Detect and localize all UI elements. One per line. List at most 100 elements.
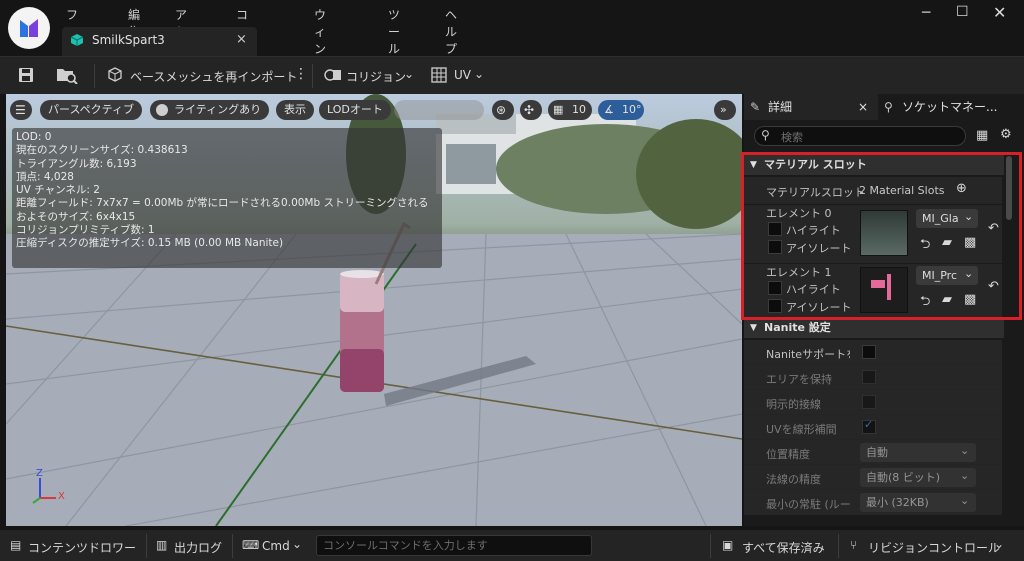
branch-icon: ⑂	[850, 538, 858, 552]
viewport[interactable]: ☰ パースペクティブ ライティングあり 表示 LODオート ⊛ ✣ ▦ 10 ∡…	[6, 94, 742, 526]
camera-button[interactable]: ⊛	[492, 100, 514, 120]
save-status-icon: ▣	[722, 538, 734, 552]
stat-line: 頂点: 4,028	[16, 170, 74, 183]
axis-gizmo-lines	[32, 478, 56, 504]
explicit-tangents-row: 明示的接線	[744, 390, 1002, 415]
reimport-label: ベースメッシュを再インポート	[130, 70, 298, 84]
min-residency-row: 最小の常駐 (ルート 最小 (32KB) ⌄	[744, 490, 1002, 515]
triangle-down-icon: ▼	[750, 323, 757, 333]
uv-grid-icon	[430, 66, 448, 87]
position-precision-row: 位置精度 自動 ⌄	[744, 440, 1002, 465]
stat-line: コリジョンプリミティブ数: 1	[16, 224, 155, 237]
nanite-support-row: Naniteサポートを有	[744, 340, 1002, 365]
stat-line: 距離フィールド: 7x7x7 = 0.00Mb が常にロードされる0.00Mb …	[16, 197, 429, 210]
asset-tab[interactable]: SmilkSpart3 ×	[62, 27, 257, 56]
uv-dropdown[interactable]: UV ⌄	[430, 65, 490, 87]
revision-control-dropdown[interactable]: ⑂ リビジョンコントロール ⌄	[850, 537, 1018, 556]
stats-overlay: LOD: 0 現在のスクリーンサイズ: 0.438613 トライアングル数: 6…	[12, 128, 442, 268]
normal-precision-value: 自動(8 ビット)	[866, 471, 941, 484]
details-search[interactable]: ⚲ 検索	[754, 126, 966, 146]
pencil-icon: ✎	[750, 100, 761, 114]
reimport-icon	[106, 66, 124, 87]
angle-snap-button[interactable]: ∡ 10°	[598, 100, 644, 120]
search-input[interactable]: 検索	[781, 129, 803, 145]
toolbar-separator	[312, 64, 313, 88]
maximize-icon[interactable]: ☐	[956, 4, 969, 20]
grid-icon: ▦	[553, 103, 564, 116]
camera-speed-icon: ⊛	[496, 103, 507, 117]
chevron-down-icon: ⌄	[960, 469, 970, 482]
more-options-icon[interactable]: ⋮	[294, 66, 308, 82]
lod-button[interactable]: LODオート	[319, 100, 391, 120]
save-all-button[interactable]: ▣ すべて保存済み	[722, 538, 832, 556]
snap-button[interactable]: ✣	[520, 100, 542, 120]
stat-line: 圧縮ディスクの推定サイズ: 0.15 MB (0.00 MB Nanite)	[16, 237, 284, 250]
min-residency-select[interactable]: 最小 (32KB) ⌄	[860, 493, 976, 512]
preserve-area-checkbox[interactable]	[862, 370, 876, 384]
reimport-base-mesh-button[interactable]: ベースメッシュを再インポート	[106, 65, 306, 87]
show-button[interactable]: 表示	[276, 100, 314, 120]
cmd-dropdown[interactable]: ⌨ Cmd ⌄	[242, 537, 308, 556]
explicit-tangents-label: 明示的接線	[766, 398, 821, 411]
chevron-down-icon: ⌄	[474, 67, 485, 81]
stat-line: LOD: 0	[16, 131, 52, 143]
explicit-tangents-checkbox[interactable]	[862, 395, 876, 409]
viewport-menu-button[interactable]: ☰	[10, 100, 32, 120]
nanite-section-header[interactable]: ▼ Nanite 設定	[744, 318, 1004, 338]
menu-help[interactable]: ヘルプ	[445, 6, 457, 57]
normal-precision-select[interactable]: 自動(8 ビット) ⌄	[860, 468, 976, 487]
chevron-down-icon: ⌄	[960, 444, 970, 457]
app-logo[interactable]	[8, 7, 50, 49]
output-log-button[interactable]: ▥ 出力ログ	[156, 538, 226, 556]
revision-control-label: リビジョンコントロール	[868, 541, 1001, 555]
stat-line: トライアングル数: 6,193	[16, 157, 137, 170]
collision-dropdown[interactable]: コリジョン ⌄	[324, 65, 416, 87]
close-window-icon[interactable]: ✕	[993, 3, 1006, 22]
chevron-down-icon: ⌄	[292, 537, 303, 551]
tab-title: SmilkSpart3	[92, 33, 165, 47]
minimize-icon[interactable]: ─	[922, 5, 930, 21]
stat-line: 現在のスクリーンサイズ: 0.438613	[16, 144, 188, 157]
content-drawer-label: コンテンツドロワー	[28, 541, 137, 555]
stat-line: UV チャンネル: 2	[16, 184, 100, 197]
preserve-area-label: エリアを保持	[766, 373, 832, 386]
tab-details[interactable]: ✎ 詳細 ×	[744, 94, 878, 120]
statusbar-separator	[838, 534, 839, 558]
content-drawer-button[interactable]: ▤ コンテンツドロワー	[10, 538, 140, 556]
save-icon[interactable]	[18, 67, 34, 86]
grid-snap-button[interactable]: ▦ 10	[548, 100, 592, 120]
stat-line: およそのサイズ: 6x4x15	[16, 210, 136, 223]
console-input[interactable]: コンソールコマンドを入力します	[316, 535, 592, 556]
chevron-down-icon: ⌄	[960, 494, 970, 507]
tab-close-icon[interactable]: ×	[236, 32, 247, 47]
console-icon: ⌨	[242, 538, 260, 552]
transform-tools[interactable]	[394, 100, 484, 120]
nanite-support-label: Naniteサポートを有	[766, 348, 850, 361]
position-precision-select[interactable]: 自動 ⌄	[860, 443, 976, 462]
lighting-label: ライティングあり	[174, 103, 262, 116]
toolbar: ベースメッシュを再インポート ⋮ コリジョン ⌄ UV ⌄	[0, 56, 1024, 94]
snap-icon: ✣	[524, 103, 535, 117]
viewport-toolbar: ☰ パースペクティブ ライティングあり 表示 LODオート ⊛ ✣ ▦ 10 ∡…	[6, 94, 742, 124]
nanite-section-title: Nanite 設定	[764, 321, 831, 334]
save-all-label: すべて保存済み	[742, 541, 825, 555]
tab-socket-manager[interactable]: ⚲ ソケットマネー...	[880, 94, 1024, 120]
menu-tools[interactable]: ツール	[388, 6, 400, 57]
lighting-button[interactable]: ライティングあり	[150, 100, 270, 120]
position-precision-label: 位置精度	[766, 448, 810, 461]
perspective-button[interactable]: パースペクティブ	[40, 100, 143, 120]
table-view-icon[interactable]: ▦	[976, 128, 988, 143]
nanite-support-checkbox[interactable]	[862, 345, 876, 359]
lerp-uvs-checkbox[interactable]: ✓	[862, 418, 876, 434]
close-icon[interactable]: ×	[858, 94, 868, 120]
min-residency-value: 最小 (32KB)	[866, 496, 929, 509]
viewport-expand-button[interactable]: »	[714, 100, 736, 120]
normal-precision-row: 法線の精度 自動(8 ビット) ⌄	[744, 465, 1002, 490]
collision-label: コリジョン	[346, 70, 407, 84]
lerp-uvs-row: UVを線形補間 ✓	[744, 415, 1002, 440]
gear-icon[interactable]: ⚙	[1000, 127, 1012, 142]
static-mesh-icon	[70, 33, 84, 50]
output-log-label: 出力ログ	[174, 541, 223, 555]
browse-asset-icon[interactable]	[56, 66, 78, 87]
angle-snap-value: 10°	[622, 103, 642, 116]
